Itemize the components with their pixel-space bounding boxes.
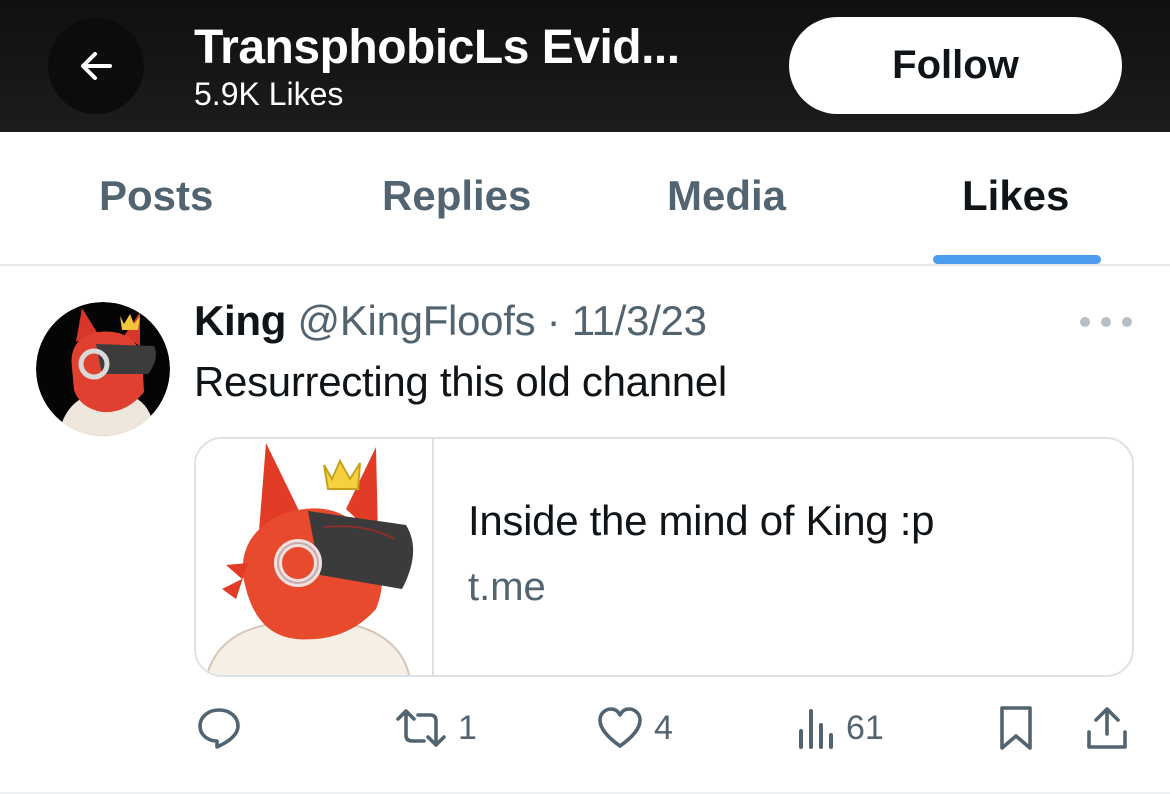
author-handle[interactable]: @KingFloofs <box>298 297 536 344</box>
avatar[interactable] <box>36 302 170 436</box>
retweet-button[interactable]: 1 <box>394 700 477 756</box>
card-domain: t.me <box>468 565 546 609</box>
tweet-text: Resurrecting this old channel <box>194 358 727 405</box>
active-tab-indicator <box>933 255 1101 264</box>
bar-chart-icon <box>799 709 833 749</box>
heart-icon <box>598 707 642 748</box>
follow-button[interactable]: Follow <box>789 17 1122 114</box>
profile-title: TransphobicLs Evid... <box>194 21 680 74</box>
arrow-left-icon <box>81 52 112 80</box>
bookmark-icon <box>1000 706 1032 750</box>
separator-dot: · <box>546 297 561 344</box>
card-thumbnail <box>196 439 434 675</box>
share-icon <box>1087 707 1127 749</box>
author-name[interactable]: King <box>194 297 286 344</box>
link-card[interactable]: Inside the mind of King :p t.me <box>194 437 1134 677</box>
likes-count: 5.9K Likes <box>194 76 344 112</box>
back-button[interactable] <box>48 18 144 114</box>
retweet-count: 1 <box>458 708 477 747</box>
retweet-icon <box>396 709 446 747</box>
views-button[interactable]: 61 <box>796 700 884 756</box>
card-title: Inside the mind of King :p <box>468 497 935 544</box>
profile-tabs: Posts Replies Media Likes <box>0 132 1170 266</box>
tab-replies[interactable]: Replies <box>382 172 531 220</box>
share-button[interactable] <box>1084 700 1130 756</box>
like-button[interactable]: 4 <box>596 700 673 756</box>
like-count: 4 <box>654 708 673 747</box>
bookmark-button[interactable] <box>996 700 1036 756</box>
reply-button[interactable] <box>196 700 252 756</box>
reply-icon <box>198 708 240 749</box>
tweet-date[interactable]: 11/3/23 <box>572 297 707 344</box>
tab-media[interactable]: Media <box>667 172 786 220</box>
more-options-icon[interactable] <box>1080 312 1132 332</box>
tab-likes[interactable]: Likes <box>962 172 1069 220</box>
tab-posts[interactable]: Posts <box>99 172 213 220</box>
tweet-header: King @KingFloofs · 11/3/23 <box>194 297 707 345</box>
view-count: 61 <box>846 708 884 747</box>
profile-header: TransphobicLs Evid... 5.9K Likes Follow <box>0 0 1170 132</box>
